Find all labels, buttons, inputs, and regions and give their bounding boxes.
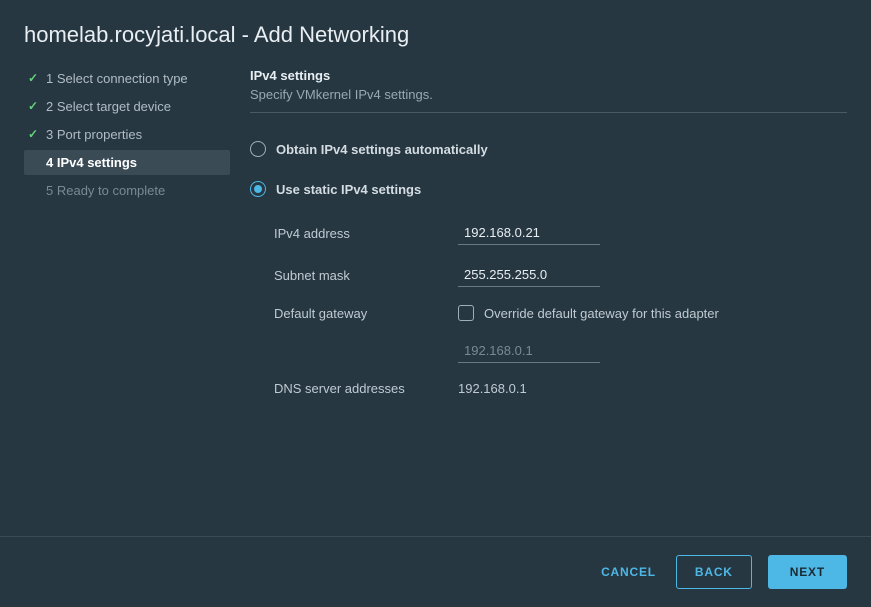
cancel-button[interactable]: CANCEL [597,555,660,589]
divider [250,112,847,113]
step-connection-type[interactable]: 1 Select connection type [24,66,230,91]
step-port-properties[interactable]: 3 Port properties [24,122,230,147]
wizard-steps: 1 Select connection type 2 Select target… [24,66,230,536]
main-content: IPv4 settings Specify VMkernel IPv4 sett… [250,66,847,536]
dns-label: DNS server addresses [274,381,458,396]
step-ipv4-settings[interactable]: 4 IPv4 settings [24,150,230,175]
subnet-mask-input[interactable] [458,263,600,287]
dns-value: 192.168.0.1 [458,381,527,396]
ipv4-address-row: IPv4 address [274,221,847,245]
dialog-body: 1 Select connection type 2 Select target… [0,66,871,536]
dialog-footer: CANCEL BACK NEXT [0,536,871,607]
radio-auto[interactable] [250,141,266,157]
section-subtitle: Specify VMkernel IPv4 settings. [250,87,847,102]
wizard-dialog: homelab.rocyjati.local - Add Networking … [0,0,871,607]
override-gateway-checkbox[interactable] [458,305,474,321]
step-label: 4 IPv4 settings [46,155,137,170]
subnet-mask-row: Subnet mask [274,263,847,287]
subnet-mask-label: Subnet mask [274,268,458,283]
gateway-input-row [274,339,847,363]
default-gateway-label: Default gateway [274,306,458,321]
dialog-header: homelab.rocyjati.local - Add Networking [0,0,871,66]
step-label: 1 Select connection type [46,71,188,86]
radio-auto-row[interactable]: Obtain IPv4 settings automatically [250,141,847,157]
gateway-input[interactable] [458,339,600,363]
ipv4-address-label: IPv4 address [274,226,458,241]
step-ready-complete[interactable]: 5 Ready to complete [24,178,230,203]
default-gateway-row: Default gateway Override default gateway… [274,305,847,321]
override-gateway-label: Override default gateway for this adapte… [484,306,719,321]
step-target-device[interactable]: 2 Select target device [24,94,230,119]
next-button[interactable]: NEXT [768,555,847,589]
step-label: 2 Select target device [46,99,171,114]
step-label: 3 Port properties [46,127,142,142]
dns-row: DNS server addresses 192.168.0.1 [274,381,847,396]
radio-static-label: Use static IPv4 settings [276,182,421,197]
radio-auto-label: Obtain IPv4 settings automatically [276,142,488,157]
ipv4-address-input[interactable] [458,221,600,245]
section-title: IPv4 settings [250,68,847,83]
static-settings-group: IPv4 address Subnet mask Default gateway… [250,221,847,396]
radio-static[interactable] [250,181,266,197]
dialog-title: homelab.rocyjati.local - Add Networking [24,22,847,48]
override-gateway-wrapper: Override default gateway for this adapte… [458,305,719,321]
back-button[interactable]: BACK [676,555,752,589]
step-label: 5 Ready to complete [46,183,165,198]
radio-static-row[interactable]: Use static IPv4 settings [250,181,847,197]
